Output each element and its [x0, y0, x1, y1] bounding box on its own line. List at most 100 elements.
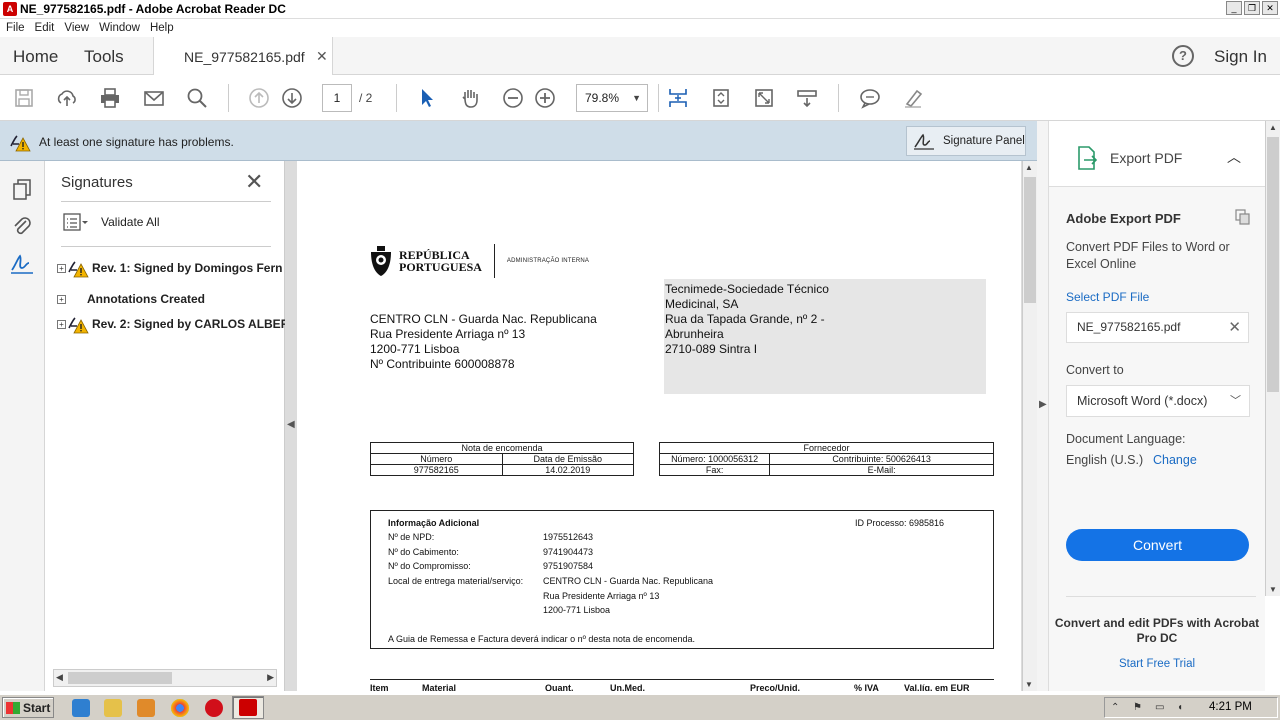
- chevron-up-icon[interactable]: ︿: [1227, 147, 1241, 167]
- scroll-right-icon[interactable]: ▶: [267, 672, 274, 683]
- copy-icon[interactable]: [1235, 209, 1251, 225]
- info-value: 1975512643: [543, 532, 594, 542]
- right-pane-toggle[interactable]: ▶: [1037, 121, 1049, 691]
- convert-to-label: Convert to: [1066, 363, 1124, 377]
- page-number-input[interactable]: 1: [322, 84, 352, 112]
- info-value: 9751907584: [543, 561, 594, 571]
- scroll-down-icon[interactable]: ▼: [1269, 585, 1277, 594]
- table-header: Número: [370, 453, 503, 465]
- scrollbar-thumb[interactable]: [68, 672, 172, 684]
- scrollbar-thumb[interactable]: [1024, 177, 1036, 303]
- search-icon[interactable]: [185, 86, 209, 110]
- restore-button[interactable]: ❐: [1244, 1, 1260, 15]
- expand-icon[interactable]: +: [57, 263, 66, 273]
- document-vertical-scrollbar[interactable]: ▲ ▼: [1022, 161, 1037, 691]
- file-explorer-icon[interactable]: [104, 699, 122, 717]
- zoom-out-icon[interactable]: [501, 86, 525, 110]
- supplier-table: Fornecedor Número: 1000056312 Contribuint…: [658, 442, 994, 476]
- hand-tool-icon[interactable]: [458, 86, 482, 110]
- acrobat-app-icon: A: [3, 2, 17, 16]
- fit-page-icon[interactable]: [666, 86, 690, 110]
- expand-icon[interactable]: +: [57, 319, 66, 329]
- convert-button[interactable]: Convert: [1066, 529, 1249, 561]
- print-icon[interactable]: [98, 86, 122, 110]
- sign-in-link[interactable]: Sign In: [1214, 47, 1267, 67]
- highlight-pen-icon[interactable]: [901, 86, 925, 110]
- menu-help[interactable]: Help: [150, 22, 174, 34]
- panel-vertical-scrollbar[interactable]: ▲ ▼: [1265, 121, 1280, 596]
- selected-file-field[interactable]: NE_977582165.pdf ✕: [1066, 312, 1249, 343]
- expand-icon[interactable]: +: [57, 294, 66, 304]
- start-button[interactable]: Start: [2, 697, 54, 718]
- annotations-item[interactable]: + Annotations Created: [57, 292, 205, 306]
- select-pdf-file-link[interactable]: Select PDF File: [1066, 290, 1149, 304]
- collapse-panel-left-icon[interactable]: ◀: [287, 419, 295, 430]
- tab-home[interactable]: Home: [13, 47, 58, 67]
- info-value: 9741904473: [543, 547, 594, 557]
- promo-text: Convert and edit PDFs with Acrobat Pro D…: [1054, 616, 1260, 645]
- opera-icon[interactable]: [205, 699, 223, 717]
- close-window-button[interactable]: ✕: [1262, 1, 1278, 15]
- tab-tools[interactable]: Tools: [84, 47, 124, 67]
- menu-edit[interactable]: Edit: [35, 22, 55, 34]
- media-player-icon[interactable]: [137, 699, 155, 717]
- internet-explorer-icon[interactable]: [72, 699, 90, 717]
- scroll-up-icon[interactable]: ▲: [1269, 123, 1277, 132]
- menu-file[interactable]: File: [6, 22, 25, 34]
- signature-item[interactable]: + Rev. 1: Signed by Domingos Fern: [57, 258, 282, 278]
- email-icon[interactable]: [142, 86, 166, 110]
- menu-window[interactable]: Window: [99, 22, 140, 34]
- rotate-page-icon[interactable]: [709, 86, 733, 110]
- acrobat-taskbar-button[interactable]: [232, 696, 264, 719]
- volume-icon[interactable]: ◖: [1177, 702, 1189, 714]
- validate-all-button[interactable]: Validate All: [63, 213, 159, 231]
- network-icon[interactable]: ▭: [1155, 702, 1167, 714]
- toolbar-separator: [396, 84, 397, 112]
- previous-page-icon[interactable]: [247, 86, 271, 110]
- signature-warning-icon: [68, 261, 89, 278]
- cloud-upload-icon[interactable]: [55, 86, 79, 110]
- page-thumbnails-icon[interactable]: [10, 177, 34, 201]
- collapse-panel-right-icon[interactable]: ▶: [1039, 399, 1047, 410]
- help-icon[interactable]: ?: [1172, 45, 1194, 67]
- minimize-button[interactable]: _: [1226, 1, 1242, 15]
- scroll-down-icon[interactable]: ▼: [1025, 680, 1033, 689]
- tab-document[interactable]: NE_977582165.pdf ✕: [153, 37, 333, 75]
- read-mode-icon[interactable]: [795, 86, 819, 110]
- tab-row: Home Tools NE_977582165.pdf ✕ ? Sign In: [0, 37, 1280, 75]
- chrome-icon[interactable]: [171, 699, 189, 717]
- menu-view[interactable]: View: [64, 22, 89, 34]
- signature-item-label: Rev. 2: Signed by CARLOS ALBER: [92, 317, 290, 331]
- comment-icon[interactable]: [858, 86, 882, 110]
- signatures-nav-icon[interactable]: [10, 252, 34, 276]
- clear-file-icon[interactable]: ✕: [1228, 313, 1241, 342]
- export-pdf-header[interactable]: Export PDF ︿: [1049, 121, 1265, 187]
- horizontal-scrollbar[interactable]: ◀ ▶: [53, 669, 277, 687]
- show-hidden-icons-icon[interactable]: ⌃: [1111, 702, 1123, 714]
- tab-close-icon[interactable]: ✕: [316, 48, 328, 65]
- clock[interactable]: 4:21 PM: [1209, 701, 1252, 713]
- scroll-left-icon[interactable]: ◀: [56, 672, 63, 683]
- title-bar: A NE_977582165.pdf - Adobe Acrobat Reade…: [0, 0, 1280, 19]
- column-header: % IVA: [854, 683, 879, 691]
- close-icon[interactable]: ✕: [245, 169, 263, 195]
- action-center-flag-icon[interactable]: ⚑: [1133, 702, 1145, 714]
- zoom-in-icon[interactable]: [533, 86, 557, 110]
- window-title: NE_977582165.pdf - Adobe Acrobat Reader …: [20, 2, 286, 16]
- select-cursor-icon[interactable]: [415, 86, 439, 110]
- scrollbar-thumb[interactable]: [1267, 137, 1279, 392]
- chevron-down-icon: ﹀: [1230, 395, 1241, 407]
- next-page-icon[interactable]: [280, 86, 304, 110]
- format-dropdown[interactable]: Microsoft Word (*.docx) ﹀: [1066, 385, 1250, 417]
- signature-panel-button[interactable]: Signature Panel: [906, 126, 1026, 156]
- save-icon[interactable]: [12, 86, 36, 110]
- format-value: Microsoft Word (*.docx): [1077, 394, 1208, 408]
- change-language-link[interactable]: Change: [1153, 453, 1197, 467]
- full-screen-icon[interactable]: [752, 86, 776, 110]
- start-free-trial-link[interactable]: Start Free Trial: [1049, 658, 1265, 670]
- signature-item[interactable]: + Rev. 2: Signed by CARLOS ALBER: [57, 314, 289, 334]
- scroll-up-icon[interactable]: ▲: [1025, 163, 1033, 172]
- republica-portuguesa-logo: REPÚBLICA PORTUGUESA ADMINISTRAÇÃO INTER…: [369, 244, 589, 278]
- attachment-icon[interactable]: [10, 214, 34, 238]
- zoom-level-select[interactable]: 79.8% ▼: [576, 84, 648, 112]
